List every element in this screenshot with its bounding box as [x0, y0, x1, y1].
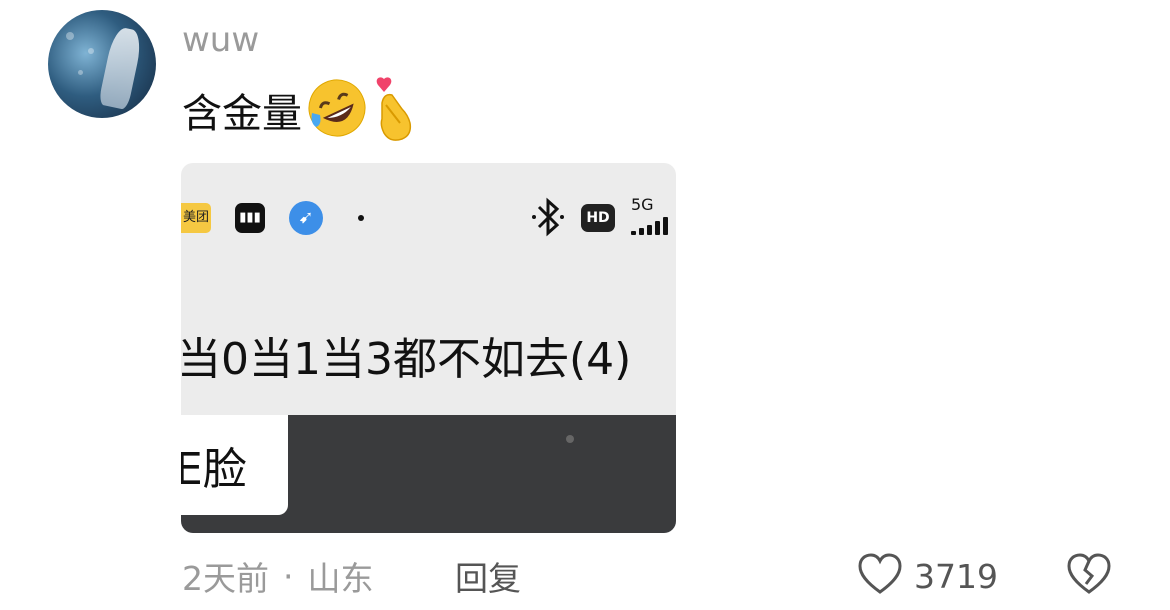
dislike-button[interactable]	[1064, 552, 1114, 600]
comment-body: 含金量	[182, 75, 418, 145]
music-icon: ▮▮▮	[235, 203, 265, 233]
comment-time: 2天前	[182, 559, 269, 598]
avatar-decoration	[88, 48, 94, 54]
avatar-decoration	[78, 70, 83, 75]
video-speck	[566, 435, 574, 443]
bird-app-icon: ➹	[289, 201, 323, 235]
finger-heart-emoji	[372, 75, 418, 145]
overlay-card: E脸	[181, 415, 288, 515]
avatar-decoration	[66, 32, 74, 40]
meituan-icon: 美团	[181, 203, 211, 233]
screenshot-headline: 当0当1当3都不如去(4)	[181, 334, 632, 385]
notification-dot	[358, 215, 364, 221]
comment-meta: 2天前 · 山东	[182, 552, 374, 600]
like-count: 3719	[914, 556, 998, 596]
attached-screenshot-image[interactable]: 美团 ▮▮▮ ➹ HD 5G 当0当1当3都不如去(4) E脸	[181, 163, 676, 533]
meta-separator: ·	[283, 556, 294, 596]
rolling-on-floor-laughing-emoji	[304, 75, 370, 145]
phone-statusbar: 美团 ▮▮▮ ➹ HD 5G	[181, 163, 676, 273]
avatar-figure	[98, 25, 144, 111]
heart-icon	[856, 552, 904, 600]
like-button[interactable]: 3719	[856, 552, 998, 600]
user-avatar[interactable]	[48, 10, 156, 118]
hd-badge: HD	[581, 204, 615, 232]
username[interactable]: wuw	[182, 20, 259, 60]
video-area: E脸	[181, 415, 676, 533]
signal-icon	[629, 215, 676, 235]
overlay-card-text: E脸	[181, 444, 247, 495]
network-type: 5G	[631, 195, 654, 214]
bluetooth-icon	[529, 197, 567, 246]
broken-heart-icon	[1064, 553, 1114, 600]
comment-text: 含金量	[182, 91, 302, 137]
comment-location: 山东	[307, 559, 374, 598]
reply-button[interactable]: 回复	[455, 552, 521, 600]
